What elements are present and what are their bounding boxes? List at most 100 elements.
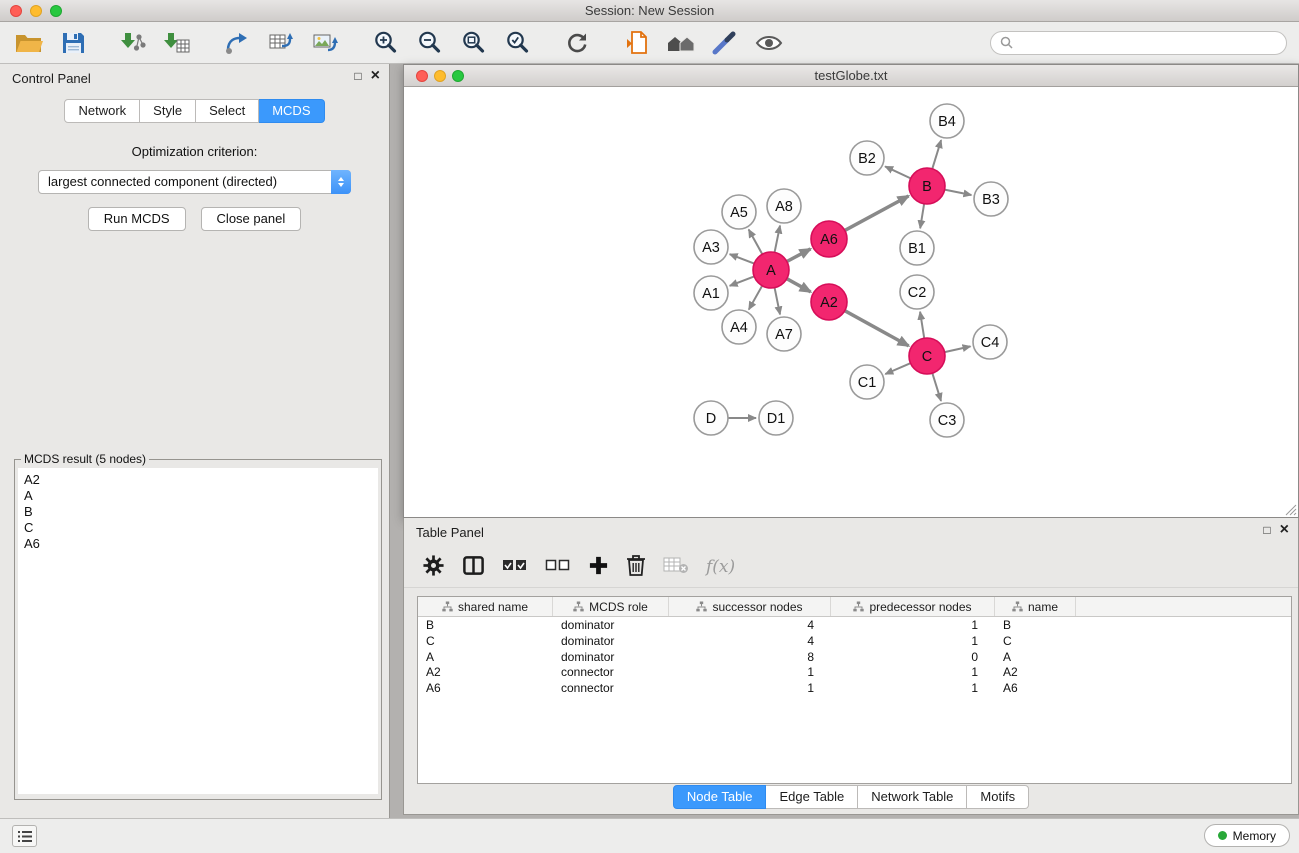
minimize-window-button[interactable] <box>30 5 42 17</box>
tab-network-table[interactable]: Network Table <box>858 785 967 809</box>
open-session-button[interactable] <box>12 27 46 59</box>
node-C[interactable]: C <box>909 338 945 374</box>
mcds-result-list[interactable]: A2ABCA6 <box>18 468 378 794</box>
tab-motifs[interactable]: Motifs <box>967 785 1029 809</box>
resize-grip-icon[interactable] <box>1285 504 1297 516</box>
node-B[interactable]: B <box>909 168 945 204</box>
table-columns-button[interactable] <box>462 554 485 580</box>
network-zoom-button[interactable] <box>452 70 464 82</box>
tab-select[interactable]: Select <box>196 99 259 123</box>
column-header-MCDS-role[interactable]: MCDS role <box>553 597 669 616</box>
node-B1[interactable]: B1 <box>900 231 934 265</box>
close-panel-icon[interactable]: × <box>371 69 380 83</box>
edge-A-A5[interactable] <box>749 230 763 255</box>
import-network-button[interactable] <box>116 27 150 59</box>
edge-A-A2[interactable] <box>787 279 811 292</box>
delete-table-button[interactable] <box>663 555 689 578</box>
zoom-fit-button[interactable] <box>456 27 490 59</box>
table-row[interactable]: Bdominator41B <box>418 617 1291 633</box>
result-item[interactable]: A2 <box>24 472 372 488</box>
edge-C-C3[interactable] <box>932 373 941 401</box>
add-column-button[interactable] <box>588 555 609 579</box>
node-A1[interactable]: A1 <box>694 276 728 310</box>
network-from-image-button[interactable] <box>308 27 342 59</box>
table-settings-button[interactable] <box>422 554 445 580</box>
node-C2[interactable]: C2 <box>900 275 934 309</box>
node-C4[interactable]: C4 <box>973 325 1007 359</box>
edge-A-A1[interactable] <box>730 276 755 285</box>
result-item[interactable]: C <box>24 520 372 536</box>
column-header-predecessor-nodes[interactable]: predecessor nodes <box>831 597 995 616</box>
column-header-successor-nodes[interactable]: successor nodes <box>669 597 831 616</box>
edge-A-A8[interactable] <box>775 226 780 253</box>
delete-column-button[interactable] <box>626 554 646 580</box>
node-A2[interactable]: A2 <box>811 284 847 320</box>
search-box[interactable] <box>990 31 1287 55</box>
network-from-table-button[interactable] <box>264 27 298 59</box>
node-A7[interactable]: A7 <box>767 317 801 351</box>
task-history-button[interactable] <box>12 825 37 847</box>
function-builder-button[interactable]: f(x) <box>706 557 735 577</box>
float-panel-icon[interactable]: □ <box>354 69 361 83</box>
edge-A-A3[interactable] <box>730 254 755 263</box>
edge-B-B4[interactable] <box>932 140 941 169</box>
clone-network-button[interactable] <box>620 27 654 59</box>
tab-style[interactable]: Style <box>140 99 196 123</box>
table-row[interactable]: Adominator80A <box>418 649 1291 665</box>
zoom-out-button[interactable] <box>412 27 446 59</box>
edge-C-C4[interactable] <box>945 346 971 352</box>
result-item[interactable]: A6 <box>24 536 372 552</box>
table-row[interactable]: Cdominator41C <box>418 633 1291 649</box>
node-A8[interactable]: A8 <box>767 189 801 223</box>
tab-network[interactable]: Network <box>64 99 140 123</box>
table-float-panel-icon[interactable]: □ <box>1263 523 1270 537</box>
apply-style-button[interactable] <box>708 27 742 59</box>
node-A3[interactable]: A3 <box>694 230 728 264</box>
node-B2[interactable]: B2 <box>850 141 884 175</box>
show-hide-button[interactable] <box>752 27 786 59</box>
column-header-name[interactable]: name <box>995 597 1076 616</box>
node-A4[interactable]: A4 <box>722 310 756 344</box>
result-item[interactable]: A <box>24 488 372 504</box>
edge-A6-B[interactable] <box>845 196 909 230</box>
node-B3[interactable]: B3 <box>974 182 1008 216</box>
node-C3[interactable]: C3 <box>930 403 964 437</box>
run-mcds-button[interactable]: Run MCDS <box>88 207 186 231</box>
save-session-button[interactable] <box>56 27 90 59</box>
table-row[interactable]: A2connector11A2 <box>418 664 1291 680</box>
node-A5[interactable]: A5 <box>722 195 756 229</box>
search-input[interactable] <box>1018 36 1277 50</box>
edge-C-C2[interactable] <box>920 312 924 338</box>
network-minimize-button[interactable] <box>434 70 446 82</box>
zoom-window-button[interactable] <box>50 5 62 17</box>
network-canvas[interactable]: B4B2BB3A5A8A6B1A3AA1C2A2A4A7C4CC1C3DD1 <box>404 87 1298 517</box>
node-D1[interactable]: D1 <box>759 401 793 435</box>
edge-B-B2[interactable] <box>885 166 911 178</box>
select-all-button[interactable] <box>502 555 528 578</box>
criterion-dropdown[interactable]: largest connected component (directed) <box>38 170 351 194</box>
memory-button[interactable]: Memory <box>1204 824 1290 847</box>
node-D[interactable]: D <box>694 401 728 435</box>
node-A6[interactable]: A6 <box>811 221 847 257</box>
tab-edge-table[interactable]: Edge Table <box>766 785 858 809</box>
tab-node-table[interactable]: Node Table <box>673 785 767 809</box>
node-A[interactable]: A <box>753 252 789 288</box>
close-window-button[interactable] <box>10 5 22 17</box>
edge-A-A7[interactable] <box>775 288 780 315</box>
edge-C-C1[interactable] <box>885 363 910 374</box>
tab-mcds[interactable]: MCDS <box>259 99 324 123</box>
deselect-all-button[interactable] <box>545 555 571 578</box>
edge-B-B1[interactable] <box>920 204 924 228</box>
column-header-shared-name[interactable]: shared name <box>418 597 553 616</box>
new-network-button[interactable] <box>220 27 254 59</box>
first-neighbors-button[interactable] <box>664 27 698 59</box>
node-B4[interactable]: B4 <box>930 104 964 138</box>
import-table-button[interactable] <box>160 27 194 59</box>
network-close-button[interactable] <box>416 70 428 82</box>
close-panel-button[interactable]: Close panel <box>201 207 302 231</box>
zoom-in-button[interactable] <box>368 27 402 59</box>
edge-A-A6[interactable] <box>787 249 811 262</box>
edge-A-A4[interactable] <box>749 286 762 310</box>
edge-A2-C[interactable] <box>845 311 909 346</box>
network-window-titlebar[interactable]: testGlobe.txt <box>404 65 1298 87</box>
